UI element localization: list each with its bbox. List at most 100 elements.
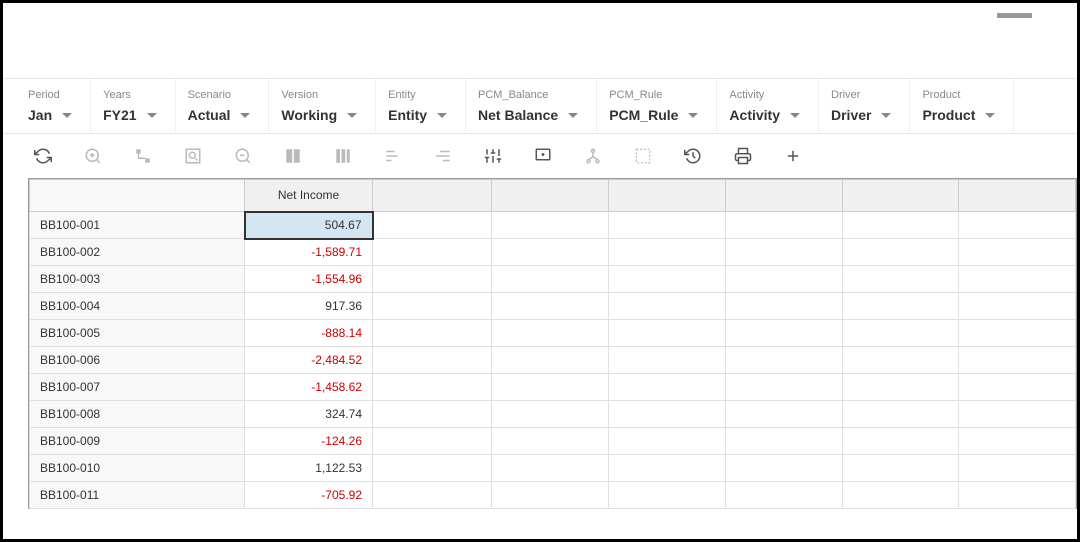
empty-cell[interactable] <box>492 320 609 347</box>
empty-cell[interactable] <box>492 482 609 509</box>
empty-cell[interactable] <box>373 401 492 428</box>
zoom-out-icon[interactable] <box>233 146 253 166</box>
empty-cell[interactable] <box>609 293 726 320</box>
empty-cell[interactable] <box>609 455 726 482</box>
column-header[interactable]: Net Income <box>245 180 373 212</box>
filter-dropdown[interactable]: Actual <box>188 107 251 123</box>
empty-cell[interactable] <box>492 266 609 293</box>
empty-cell[interactable] <box>842 320 959 347</box>
drag-handle[interactable] <box>997 13 1032 18</box>
empty-cell[interactable] <box>609 239 726 266</box>
empty-cell[interactable] <box>725 266 842 293</box>
row-label-cell[interactable]: BB100-002 <box>30 239 245 266</box>
value-cell[interactable]: -1,554.96 <box>245 266 373 293</box>
empty-cell[interactable] <box>725 347 842 374</box>
column-header[interactable] <box>609 180 726 212</box>
empty-cell[interactable] <box>609 266 726 293</box>
empty-cell[interactable] <box>842 374 959 401</box>
align1-icon[interactable] <box>383 146 403 166</box>
zoom-box-icon[interactable] <box>183 146 203 166</box>
empty-cell[interactable] <box>373 374 492 401</box>
add-icon[interactable] <box>783 146 803 166</box>
empty-cell[interactable] <box>842 239 959 266</box>
empty-cell[interactable] <box>492 455 609 482</box>
value-cell[interactable]: -2,484.52 <box>245 347 373 374</box>
empty-cell[interactable] <box>725 293 842 320</box>
grid1-icon[interactable] <box>283 146 303 166</box>
empty-cell[interactable] <box>842 347 959 374</box>
empty-cell[interactable] <box>842 293 959 320</box>
row-label-cell[interactable]: BB100-003 <box>30 266 245 293</box>
empty-cell[interactable] <box>609 482 726 509</box>
empty-cell[interactable] <box>373 347 492 374</box>
filter-dropdown[interactable]: Product <box>922 107 995 123</box>
zoom-in-icon[interactable] <box>83 146 103 166</box>
empty-cell[interactable] <box>842 266 959 293</box>
comment-icon[interactable] <box>533 146 553 166</box>
print-icon[interactable] <box>733 146 753 166</box>
empty-cell[interactable] <box>492 239 609 266</box>
value-cell[interactable]: 504.67 <box>245 212 373 239</box>
filter-dropdown[interactable]: Driver <box>831 107 891 123</box>
empty-cell[interactable] <box>842 482 959 509</box>
empty-cell[interactable] <box>959 266 1076 293</box>
row-label-cell[interactable]: BB100-005 <box>30 320 245 347</box>
empty-cell[interactable] <box>725 239 842 266</box>
select-icon[interactable] <box>633 146 653 166</box>
empty-cell[interactable] <box>609 401 726 428</box>
filter-dropdown[interactable]: Jan <box>28 107 72 123</box>
empty-cell[interactable] <box>959 212 1076 239</box>
row-label-cell[interactable]: BB100-011 <box>30 482 245 509</box>
row-label-cell[interactable]: BB100-010 <box>30 455 245 482</box>
empty-cell[interactable] <box>725 401 842 428</box>
empty-cell[interactable] <box>959 239 1076 266</box>
filter-dropdown[interactable]: Entity <box>388 107 447 123</box>
tree-icon[interactable] <box>583 146 603 166</box>
empty-cell[interactable] <box>725 482 842 509</box>
empty-cell[interactable] <box>959 482 1076 509</box>
column-header[interactable] <box>492 180 609 212</box>
empty-cell[interactable] <box>842 428 959 455</box>
column-header[interactable] <box>30 180 245 212</box>
empty-cell[interactable] <box>373 266 492 293</box>
empty-cell[interactable] <box>725 212 842 239</box>
empty-cell[interactable] <box>373 320 492 347</box>
empty-cell[interactable] <box>373 482 492 509</box>
empty-cell[interactable] <box>959 293 1076 320</box>
empty-cell[interactable] <box>842 401 959 428</box>
value-cell[interactable]: -1,458.62 <box>245 374 373 401</box>
empty-cell[interactable] <box>492 293 609 320</box>
empty-cell[interactable] <box>725 428 842 455</box>
grid2-icon[interactable] <box>333 146 353 166</box>
value-cell[interactable]: -705.92 <box>245 482 373 509</box>
column-header[interactable] <box>725 180 842 212</box>
row-label-cell[interactable]: BB100-009 <box>30 428 245 455</box>
empty-cell[interactable] <box>373 455 492 482</box>
row-label-cell[interactable]: BB100-008 <box>30 401 245 428</box>
empty-cell[interactable] <box>842 212 959 239</box>
empty-cell[interactable] <box>725 320 842 347</box>
row-label-cell[interactable]: BB100-001 <box>30 212 245 239</box>
empty-cell[interactable] <box>373 293 492 320</box>
hierarchy-icon[interactable] <box>133 146 153 166</box>
empty-cell[interactable] <box>492 401 609 428</box>
row-label-cell[interactable]: BB100-004 <box>30 293 245 320</box>
column-header[interactable] <box>959 180 1076 212</box>
empty-cell[interactable] <box>609 320 726 347</box>
align2-icon[interactable] <box>433 146 453 166</box>
empty-cell[interactable] <box>609 428 726 455</box>
empty-cell[interactable] <box>373 428 492 455</box>
history-icon[interactable] <box>683 146 703 166</box>
empty-cell[interactable] <box>842 455 959 482</box>
value-cell[interactable]: -888.14 <box>245 320 373 347</box>
settings-icon[interactable] <box>483 146 503 166</box>
empty-cell[interactable] <box>609 374 726 401</box>
column-header[interactable] <box>373 180 492 212</box>
empty-cell[interactable] <box>492 347 609 374</box>
empty-cell[interactable] <box>492 212 609 239</box>
value-cell[interactable]: -124.26 <box>245 428 373 455</box>
empty-cell[interactable] <box>959 374 1076 401</box>
empty-cell[interactable] <box>725 374 842 401</box>
value-cell[interactable]: 917.36 <box>245 293 373 320</box>
empty-cell[interactable] <box>492 374 609 401</box>
